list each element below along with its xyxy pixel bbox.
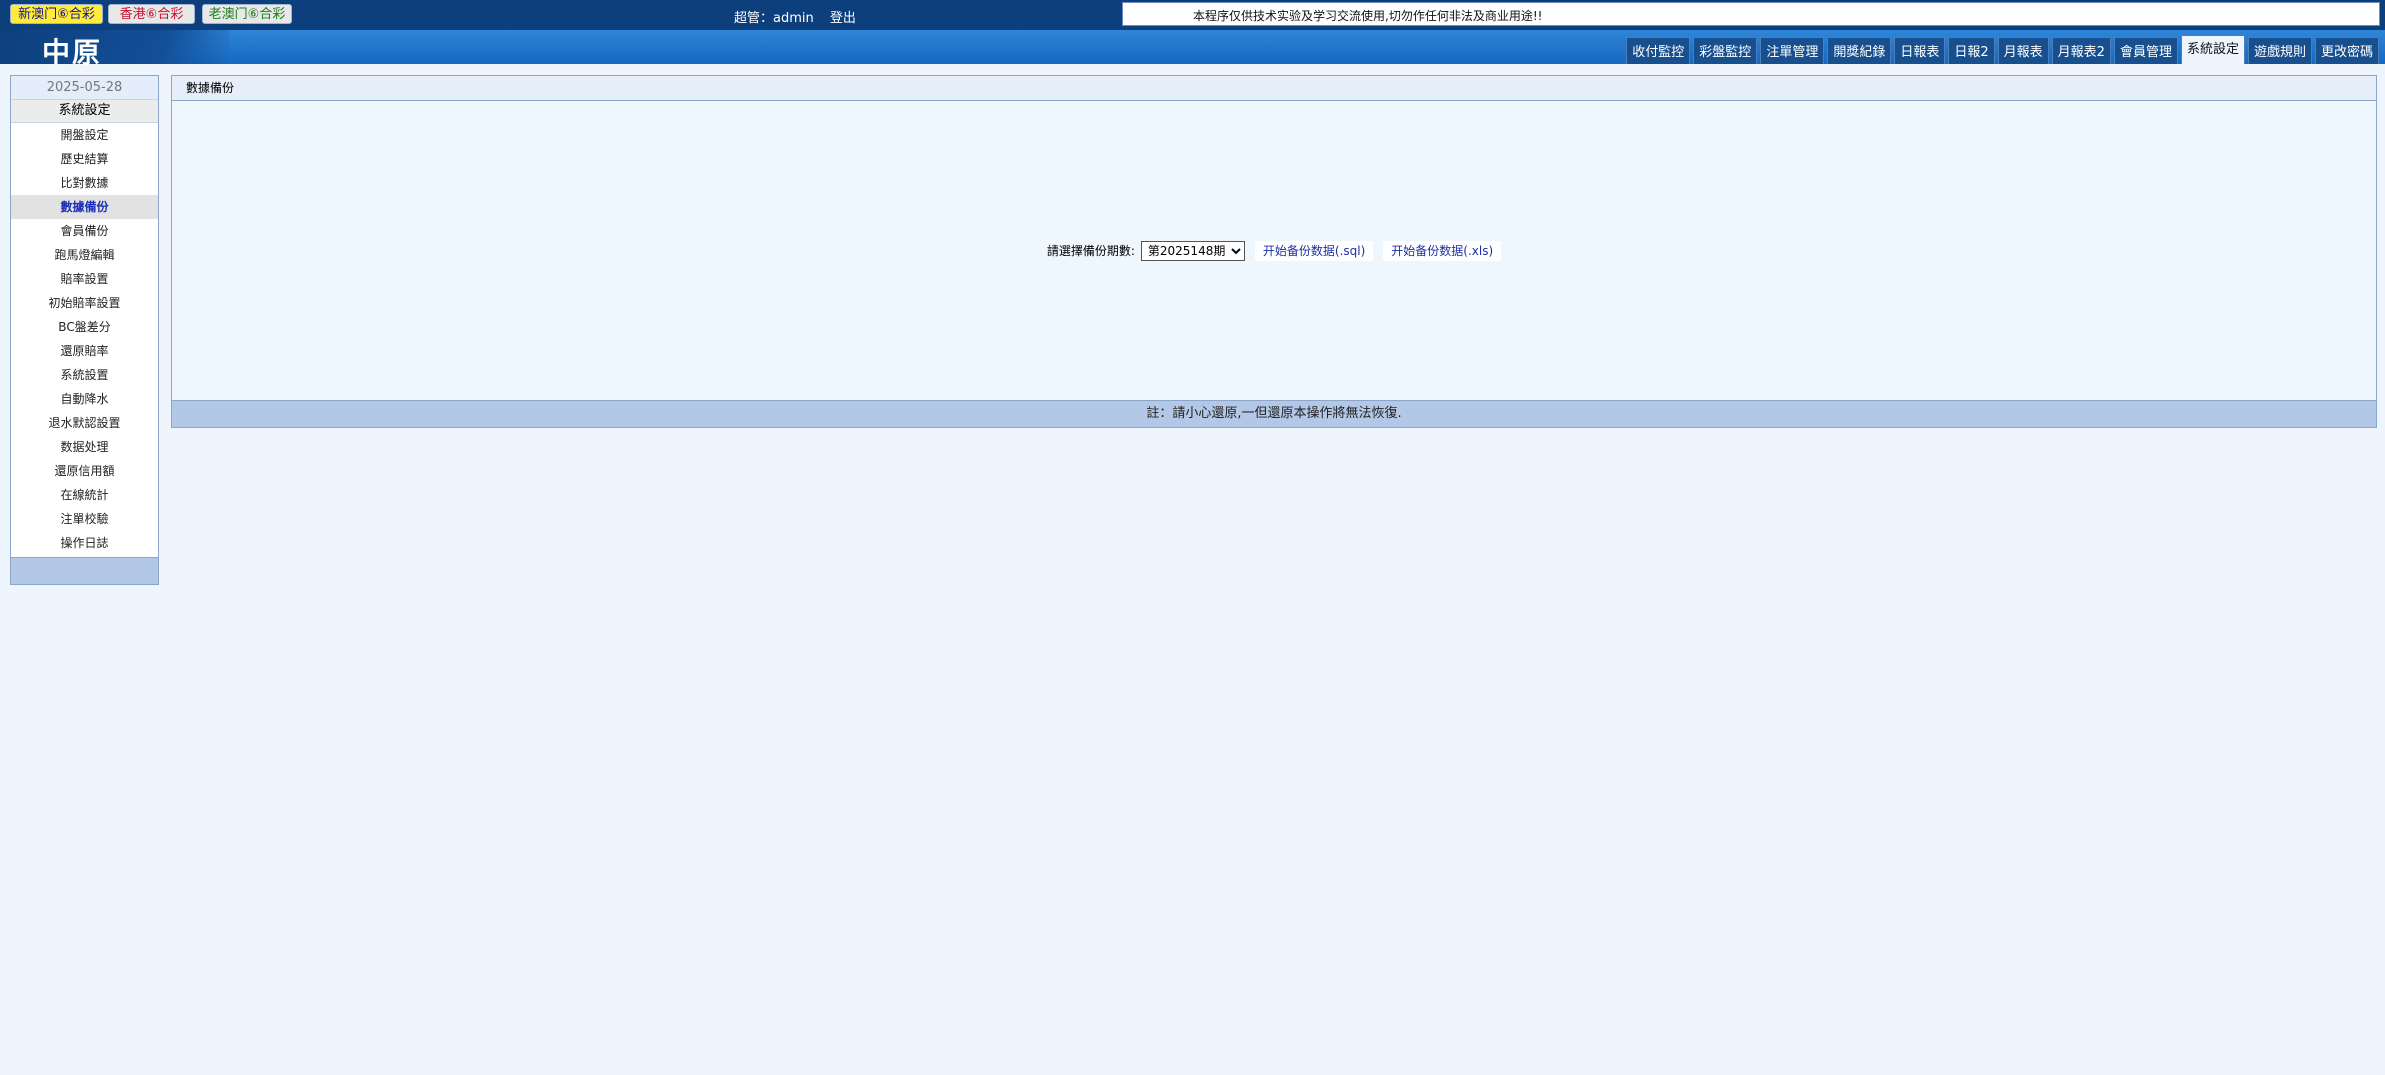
sidebar-item-odds-settings[interactable]: 賠率設置 <box>11 267 158 291</box>
top-bar: 新澳门⑥合彩 香港⑥合彩 老澳门⑥合彩 超管：admin 登出 本程序仅供技术实… <box>0 0 2385 30</box>
logout-link[interactable]: 登出 <box>830 11 856 26</box>
tab-draw-records[interactable]: 開獎紀錄 <box>1827 37 1892 64</box>
user-info: 超管：admin 登出 <box>734 7 856 26</box>
sidebar: 2025-05-28 系統設定 開盤設定 歷史結算 比對數據 數據備份 會員備份… <box>10 75 159 585</box>
notice-marquee: 本程序仅供技术实验及学习交流使用,切勿作任何非法及商业用途!! <box>1122 2 2380 26</box>
sidebar-item-compare-data[interactable]: 比對數據 <box>11 171 158 195</box>
lottery-switch-hongkong[interactable]: 香港⑥合彩 <box>108 4 195 24</box>
sidebar-item-online-stats[interactable]: 在線統計 <box>11 483 158 507</box>
tab-payment-monitor[interactable]: 收付監控 <box>1626 37 1691 64</box>
tab-system-settings[interactable]: 系統設定 <box>2180 35 2245 64</box>
tab-change-password[interactable]: 更改密碼 <box>2314 37 2379 64</box>
sidebar-item-data-processing[interactable]: 数据处理 <box>11 435 158 459</box>
tab-daily-report-2[interactable]: 日報2 <box>1948 37 1995 64</box>
sidebar-item-member-backup[interactable]: 會員備份 <box>11 219 158 243</box>
sidebar-item-history-settlement[interactable]: 歷史結算 <box>11 147 158 171</box>
site-logo: 中原 <box>42 36 103 69</box>
tab-odds-monitor[interactable]: 彩盤監控 <box>1693 37 1758 64</box>
sidebar-item-initial-odds[interactable]: 初始賠率設置 <box>11 291 158 315</box>
user-label: 超管：admin <box>734 11 814 26</box>
sidebar-item-data-backup[interactable]: 數據備份 <box>11 195 158 219</box>
tab-monthly-report-2[interactable]: 月報表2 <box>2051 37 2111 64</box>
sidebar-item-bet-verify[interactable]: 注單校驗 <box>11 507 158 531</box>
backup-sql-button[interactable]: 开始备份数据(.sql) <box>1254 241 1374 261</box>
sidebar-item-restore-credit[interactable]: 還原信用額 <box>11 459 158 483</box>
notice-text: 本程序仅供技术实验及学习交流使用,切勿作任何非法及商业用途!! <box>1193 9 1543 23</box>
sidebar-date: 2025-05-28 <box>11 76 158 100</box>
sidebar-item-marquee-edit[interactable]: 跑馬燈編輯 <box>11 243 158 267</box>
period-label: 請選擇備份期數: <box>1046 244 1135 258</box>
tab-member-management[interactable]: 會員管理 <box>2113 37 2178 64</box>
tab-daily-report[interactable]: 日報表 <box>1894 37 1946 64</box>
sidebar-footer <box>11 557 158 584</box>
backup-form: 請選擇備份期數: 第2025148期 开始备份数据(.sql) 开始备份数据(.xls… <box>172 241 2376 261</box>
tab-monthly-report[interactable]: 月報表 <box>1997 37 2049 64</box>
logo-background <box>0 30 230 64</box>
main-panel: 數據備份 請選擇備份期數: 第2025148期 开始备份数据(.sql) 开始备份数据… <box>171 75 2377 428</box>
lottery-switch-old-macau[interactable]: 老澳门⑥合彩 <box>202 4 292 24</box>
sidebar-item-system-settings[interactable]: 系統設置 <box>11 363 158 387</box>
tab-bet-management[interactable]: 注單管理 <box>1760 37 1825 64</box>
lottery-switch-new-macau[interactable]: 新澳门⑥合彩 <box>10 4 103 24</box>
main-nav-tabs: 收付監控 彩盤監控 注單管理 開獎紀錄 日報表 日報2 月報表 月報表2 會員管… <box>1626 35 2379 64</box>
sidebar-item-open-settings[interactable]: 開盤設定 <box>11 123 158 147</box>
backup-xls-button[interactable]: 开始备份数据(.xls) <box>1383 241 1502 261</box>
panel-title: 數據備份 <box>172 76 2376 101</box>
sidebar-item-restore-odds[interactable]: 還原賠率 <box>11 339 158 363</box>
period-select[interactable]: 第2025148期 <box>1140 241 1245 261</box>
restore-warning-note: 註：請小心還原,一但還原本操作將無法恢復. <box>172 400 2376 427</box>
sidebar-item-bc-diff[interactable]: BC盤差分 <box>11 315 158 339</box>
sidebar-item-rebate-default[interactable]: 退水默認設置 <box>11 411 158 435</box>
sidebar-title: 系統設定 <box>11 100 158 123</box>
sidebar-item-auto-drop[interactable]: 自動降水 <box>11 387 158 411</box>
sidebar-item-operation-log[interactable]: 操作日誌 <box>11 531 158 555</box>
tab-game-rules[interactable]: 遊戲規則 <box>2247 37 2312 64</box>
